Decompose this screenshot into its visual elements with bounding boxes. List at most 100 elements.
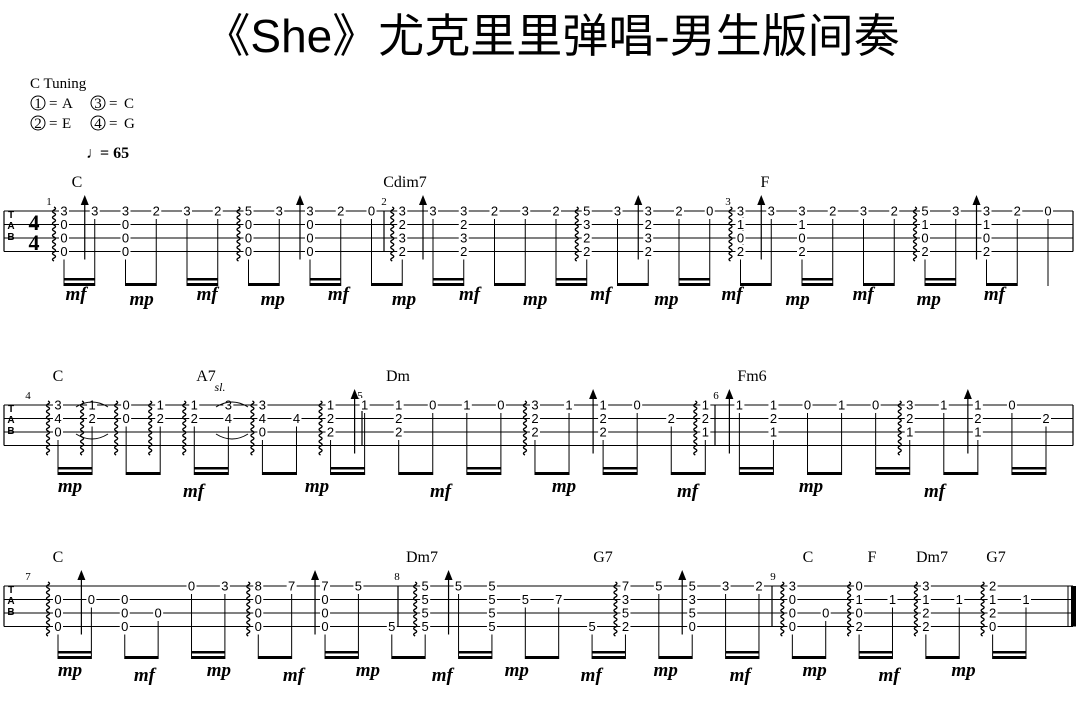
beat: 5350 [678,570,698,659]
fret-number: 2 [399,244,406,259]
chord-name: C [803,549,814,566]
beam-secondary [325,651,359,654]
beam [802,283,833,286]
tab-system-2: TAB4 5 6C A7 Dm Fm6340120012123434041221 1220 1… [3,368,1074,502]
beam [125,283,157,286]
dynamic-marking: mf [879,665,902,686]
beat: 0 [870,398,881,475]
dynamic-marking: mp [654,289,678,310]
tab-clef-letter: B [7,426,14,437]
beam [398,472,433,475]
fret-number: 1 [956,592,963,607]
fret-number: 0 [368,204,375,219]
string-note: A [62,96,73,112]
beat: 3000 [296,195,315,286]
fret-number: 5 [655,579,662,594]
fret-number: 0 [429,398,436,413]
arpeggio-mark [114,400,119,456]
beat: 1 [461,398,472,475]
beat: 121 [693,398,711,475]
fret-number: 0 [989,619,996,634]
beam-secondary [330,467,365,470]
beat: 00 [114,398,132,475]
fret-number: 3 [952,204,959,219]
chord-name: F [761,174,770,191]
beam-secondary [739,467,774,470]
beam [262,472,297,475]
beat: 0 [802,398,813,475]
equals-sign: = [109,116,117,132]
strum-up-arrowhead [419,195,427,205]
beam [725,656,759,659]
chord-name: Dm [386,368,411,385]
beam [943,472,978,475]
fret-number: 3 [91,204,98,219]
fret-number: 0 [634,398,641,413]
beam [126,472,161,475]
tie-arc [215,433,249,440]
fret-number: 3 [860,204,867,219]
fret-number: 2 [829,204,836,219]
tuning-string-4: 4 = G [90,115,135,132]
chord-name: A7 [196,368,216,385]
chord-name: C [53,368,64,385]
fret-number: 3 [614,204,621,219]
beam [330,472,365,475]
beat: 5322 [574,204,592,286]
fret-number: 2 [552,204,559,219]
fret-number: 3 [768,204,775,219]
beat: 12 [79,398,98,475]
fret-number: 0 [255,619,262,634]
beam [792,656,826,659]
fret-number: 0 [1044,204,1051,219]
beam-secondary [187,278,218,281]
beat: 0 [186,579,197,659]
beam-secondary [58,467,93,470]
fret-number: 0 [121,619,128,634]
tab-clef-letter: B [7,232,14,243]
beam [124,656,159,659]
dynamic-marking: mp [523,289,547,310]
fret-number: 2 [395,425,402,440]
arpeggio-mark [912,206,918,262]
fret-number: 0 [54,619,61,634]
beat: 0 [1043,204,1053,286]
dynamic-marking: mf [730,665,753,686]
dynamic-marking: mf [677,481,700,502]
beat: 0 [820,606,831,659]
fret-number: 5 [588,619,595,634]
chord-name: Dm7 [916,549,948,566]
fret-number: 1 [838,398,845,413]
fret-number: 3 [183,204,190,219]
time-signature-bottom: 4 [29,230,40,255]
beam [391,656,426,659]
dynamic-marking: mf [283,665,306,686]
fret-number: 2 [921,244,928,259]
beam [859,656,893,659]
strum-up-arrowhead [634,195,643,205]
beam-secondary [1011,467,1046,470]
beam-secondary [556,278,587,281]
dynamic-marking: mf [134,665,157,686]
arpeggio-mark [693,400,698,456]
fret-number: 1 [361,398,368,413]
beam [534,472,570,475]
string-note: C [124,96,134,112]
tab-clef-letter: T [8,585,14,596]
beat: 3 [182,204,192,286]
fret-number: 2 [922,619,929,634]
strum-up-arrowhead [963,389,972,399]
tempo-value: = 65 [100,145,129,162]
beat: 3232 [458,204,469,286]
fret-number: 0 [1008,398,1015,413]
beat: 7000 [311,570,331,659]
dynamic-marking: mf [328,284,351,305]
fret-number: 5 [488,619,495,634]
beam [58,656,92,659]
beat: 3000 [51,204,69,286]
fret-number: 0 [822,606,829,621]
beat: 2 [1041,411,1051,475]
fret-number: 5 [455,579,462,594]
beat: 3 [274,204,285,286]
beat: 5 [444,570,464,659]
